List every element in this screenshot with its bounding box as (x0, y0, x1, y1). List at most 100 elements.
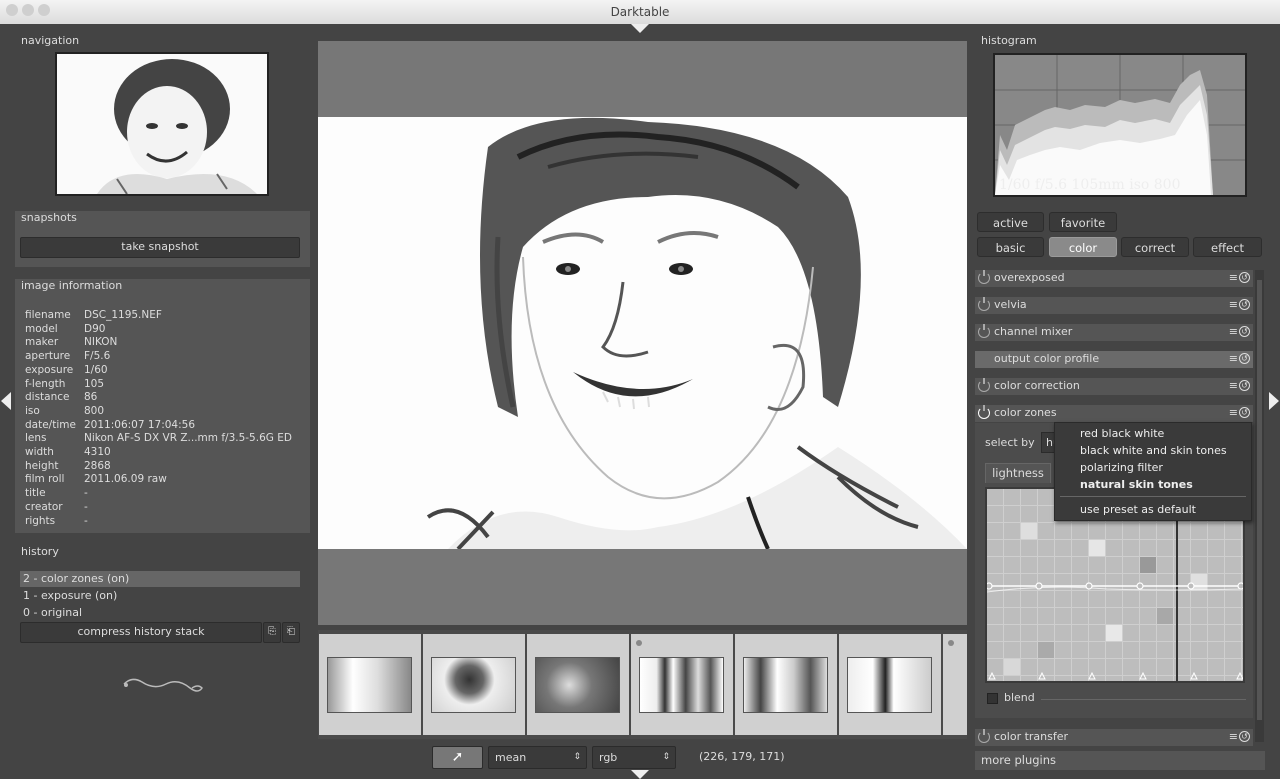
history-item[interactable]: 1 - exposure (on) (20, 588, 300, 604)
module-color-transfer[interactable]: color transfer ≡ ↺ (975, 729, 1253, 746)
module-velvia[interactable]: velvia ≡ ↺ (975, 297, 1253, 314)
preset-item[interactable]: polarizing filter (1080, 461, 1163, 474)
info-key: maker (25, 336, 59, 349)
info-key: model (25, 322, 58, 335)
blend-checkbox[interactable] (987, 693, 998, 704)
info-key: aperture (25, 350, 71, 363)
minimize-window-icon[interactable] (22, 4, 34, 16)
menu-separator (1060, 496, 1246, 497)
filmstrip-thumb-5[interactable] (735, 634, 837, 735)
info-row: distance 86 (25, 391, 97, 404)
module-channel-mixer[interactable]: channel mixer ≡ ↺ (975, 324, 1253, 341)
history-item[interactable]: 2 - color zones (on) (20, 571, 300, 587)
copy-history-icon[interactable]: ⎘ (263, 622, 281, 643)
filmstrip-thumb-7[interactable] (943, 634, 967, 735)
image-information-panel: image information filename DSC_1195.NEF mo… (15, 279, 310, 533)
presets-menu-icon[interactable]: ≡ (1229, 406, 1238, 419)
info-value: 2011:06:07 17:04:56 (84, 418, 196, 431)
filmstrip-thumb-3[interactable] (527, 634, 629, 735)
compress-history-button[interactable]: compress history stack (20, 622, 262, 643)
power-icon[interactable] (978, 270, 990, 284)
color-picker-icon[interactable]: ➚ (432, 746, 483, 769)
module-label: color transfer (994, 730, 1069, 743)
group-tab-favorite[interactable]: favorite (1049, 212, 1117, 232)
reset-icon[interactable]: ↺ (1239, 272, 1250, 283)
info-key: film roll (25, 473, 65, 486)
bottom-panel-toggle-icon[interactable] (631, 770, 649, 779)
info-key: creator (25, 500, 63, 513)
maximize-window-icon[interactable] (38, 4, 50, 16)
group-tab-active[interactable]: active (977, 212, 1044, 232)
preset-item[interactable]: natural skin tones (1080, 478, 1193, 491)
info-value: 86 (84, 391, 98, 404)
left-panel-toggle-icon[interactable] (1, 392, 11, 410)
reset-icon[interactable]: ↺ (1239, 731, 1250, 742)
histogram-panel[interactable]: 1/60 f/5.6 105mm iso 800 (993, 53, 1247, 197)
power-icon[interactable] (978, 297, 990, 311)
center-view[interactable] (318, 41, 967, 625)
reset-icon[interactable]: ↺ (1239, 407, 1250, 418)
info-value: - (84, 487, 88, 500)
info-value: 2011.06.09 raw (84, 473, 167, 486)
reset-icon[interactable]: ↺ (1239, 380, 1250, 391)
close-window-icon[interactable] (6, 4, 18, 16)
presets-menu-icon[interactable]: ≡ (1229, 379, 1238, 392)
info-key: iso (25, 404, 40, 417)
group-tab-color[interactable]: color (1049, 237, 1117, 257)
use-preset-as-default-item[interactable]: use preset as default (1080, 503, 1196, 516)
reset-icon[interactable]: ↺ (1239, 326, 1250, 337)
presets-menu-icon[interactable]: ≡ (1229, 352, 1238, 365)
module-color-correction[interactable]: color correction ≡ ↺ (975, 378, 1253, 395)
presets-menu-icon[interactable]: ≡ (1229, 730, 1238, 743)
reset-icon[interactable]: ↺ (1239, 299, 1250, 310)
navigation-preview[interactable] (55, 52, 269, 196)
filmstrip-thumb-1[interactable] (319, 634, 421, 735)
module-color-zones[interactable]: color zones ≡ ↺ (975, 405, 1253, 422)
module-scrollbar[interactable] (1255, 270, 1264, 742)
power-icon[interactable] (978, 729, 990, 743)
info-value: 4310 (84, 446, 111, 458)
history-item[interactable]: 0 - original (20, 605, 300, 621)
module-overexposed[interactable]: overexposed ≡ ↺ (975, 270, 1253, 287)
scrollbar-thumb[interactable] (1257, 280, 1262, 720)
navigation-thumbnail-image (57, 54, 267, 195)
picker-colorspace-select[interactable]: rgb ⇕ (592, 746, 676, 769)
info-key: title (25, 487, 46, 500)
group-tab-correct[interactable]: correct (1121, 237, 1189, 257)
group-tab-effect[interactable]: effect (1193, 237, 1262, 257)
info-key: rights (25, 514, 56, 527)
presets-menu-icon[interactable]: ≡ (1229, 325, 1238, 338)
power-icon[interactable] (978, 405, 990, 419)
right-panel-toggle-icon[interactable] (1269, 392, 1279, 410)
tab-lightness[interactable]: lightness (985, 463, 1051, 483)
snapshots-title: snapshots (21, 211, 77, 224)
module-label: channel mixer (994, 325, 1073, 338)
filmstrip-thumb-6[interactable] (839, 634, 941, 735)
histogram-graph (995, 55, 1245, 195)
ornament-icon (123, 678, 203, 692)
power-icon[interactable] (978, 324, 990, 338)
main-image[interactable] (318, 117, 967, 549)
filmstrip-thumb-2[interactable] (423, 634, 525, 735)
module-output-color-profile[interactable]: output color profile ≡ ↺ (975, 351, 1253, 368)
reset-icon[interactable]: ↺ (1239, 353, 1250, 364)
picker-mode-select[interactable]: mean ⇕ (488, 746, 587, 769)
filmstrip-thumb-4[interactable] (631, 634, 733, 735)
info-value: - (84, 514, 88, 527)
info-row: maker NIKON (25, 336, 117, 349)
top-panel-toggle-icon[interactable] (631, 24, 649, 33)
info-row: aperture F/5.6 (25, 350, 110, 363)
power-icon[interactable] (978, 378, 990, 392)
history-title: history (21, 545, 59, 558)
info-row: date/time 2011:06:07 17:04:56 (25, 419, 195, 432)
info-value: 2868 (84, 459, 111, 472)
blend-label: blend (1004, 691, 1035, 704)
preset-item[interactable]: red black white (1080, 427, 1164, 440)
presets-menu-icon[interactable]: ≡ (1229, 298, 1238, 311)
presets-menu-icon[interactable]: ≡ (1229, 271, 1238, 284)
paste-history-icon[interactable]: ⎗ (282, 622, 300, 643)
group-tab-basic[interactable]: basic (977, 237, 1044, 257)
preset-item[interactable]: black white and skin tones (1080, 444, 1227, 457)
take-snapshot-button[interactable]: take snapshot (20, 237, 300, 258)
more-plugins-button[interactable]: more plugins (975, 751, 1265, 770)
